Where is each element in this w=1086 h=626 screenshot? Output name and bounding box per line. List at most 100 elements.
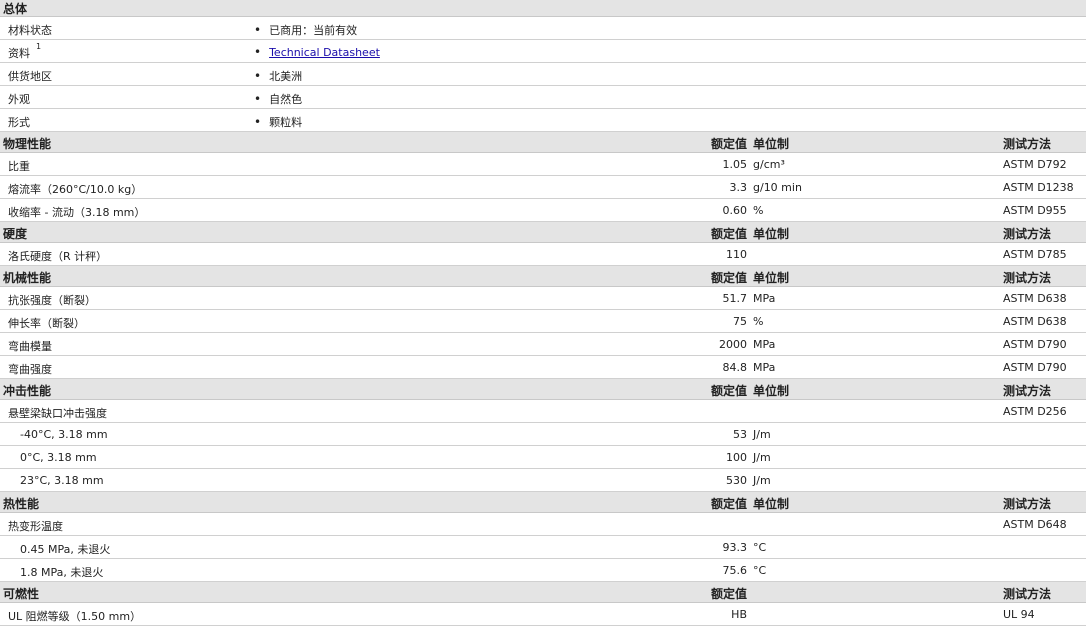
test-method: ASTM D648 bbox=[1003, 518, 1067, 531]
header-test-method: 测试方法 bbox=[1003, 384, 1052, 398]
section-header: 冲击性能 额定值 单位制 测试方法 bbox=[0, 379, 1086, 400]
unit: % bbox=[753, 315, 764, 328]
test-method: ASTM D785 bbox=[1003, 248, 1067, 261]
property-label: UL 阻燃等级（1.50 mm） bbox=[8, 610, 142, 623]
nominal-value: 75.6 bbox=[722, 564, 748, 577]
value-text: 已商用：当前有效 bbox=[269, 24, 358, 37]
value-text: 自然色 bbox=[269, 93, 303, 106]
table-row: 外观 自然色 bbox=[0, 86, 1086, 109]
section-title: 物理性能 bbox=[3, 137, 52, 151]
property-label: -40°C, 3.18 mm bbox=[20, 428, 108, 441]
section-header: 物理性能 额定值 单位制 测试方法 bbox=[0, 132, 1086, 153]
header-nominal-value: 额定值 bbox=[710, 497, 747, 511]
property-label: 23°C, 3.18 mm bbox=[20, 474, 104, 487]
header-unit: 单位制 bbox=[753, 271, 790, 285]
header-nominal-value: 额定值 bbox=[710, 227, 747, 241]
section-title: 热性能 bbox=[3, 497, 40, 511]
header-nominal-value: 额定值 bbox=[710, 587, 747, 601]
section-title: 硬度 bbox=[3, 227, 28, 241]
property-label: 1.8 MPa, 未退火 bbox=[20, 566, 104, 579]
nominal-value: HB bbox=[731, 608, 747, 621]
test-method: ASTM D256 bbox=[1003, 405, 1067, 418]
header-test-method: 测试方法 bbox=[1003, 227, 1052, 241]
header-unit: 单位制 bbox=[753, 384, 790, 398]
table-row: 材料状态 已商用：当前有效 bbox=[0, 17, 1086, 40]
nominal-value: 51.7 bbox=[722, 292, 748, 305]
table-row: 悬壁梁缺口冲击强度 ASTM D256 bbox=[0, 400, 1086, 423]
property-value: 已商用：当前有效 bbox=[254, 22, 357, 38]
footnote-marker: 1 bbox=[36, 42, 42, 51]
section-header: 机械性能 额定值 单位制 测试方法 bbox=[0, 266, 1086, 287]
section-title: 机械性能 bbox=[3, 271, 52, 285]
value-text: 北美洲 bbox=[269, 70, 303, 83]
unit: MPa bbox=[753, 338, 776, 351]
table-row: 伸长率（断裂） 75% ASTM D638 bbox=[0, 310, 1086, 333]
header-test-method: 测试方法 bbox=[1003, 271, 1052, 285]
unit: J/m bbox=[753, 451, 771, 464]
nominal-value: 84.8 bbox=[722, 361, 748, 374]
value-text: 颗粒料 bbox=[269, 116, 303, 129]
test-method: ASTM D792 bbox=[1003, 158, 1067, 171]
property-value: 颗粒料 bbox=[254, 114, 302, 130]
table-row: 熔流率（260°C/10.0 kg） 3.3 g/10 min ASTM D1238 bbox=[0, 176, 1086, 199]
test-method: ASTM D790 bbox=[1003, 338, 1067, 351]
property-label: 熔流率（260°C/10.0 kg） bbox=[8, 183, 143, 196]
table-row: 供货地区 北美洲 bbox=[0, 63, 1086, 86]
nominal-value: 2000 bbox=[719, 338, 747, 351]
test-method: ASTM D790 bbox=[1003, 361, 1067, 374]
unit: MPa bbox=[753, 292, 776, 305]
nominal-value: 110 bbox=[726, 248, 747, 261]
property-label: 比重 bbox=[8, 160, 30, 173]
header-nominal-value: 额定值 bbox=[710, 271, 747, 285]
table-row: 资料 1 Technical Datasheet bbox=[0, 40, 1086, 63]
nominal-value: 53 bbox=[733, 428, 747, 441]
test-method: ASTM D1238 bbox=[1003, 181, 1074, 194]
table-row: 抗张强度（断裂） 51.7 MPa ASTM D638 bbox=[0, 287, 1086, 310]
unit: J/m bbox=[753, 474, 771, 487]
section-title: 冲击性能 bbox=[3, 384, 52, 398]
header-test-method: 测试方法 bbox=[1003, 587, 1052, 601]
table-row: 比重 1.05 g/cm³ ASTM D792 bbox=[0, 153, 1086, 176]
table-row: 收缩率 - 流动（3.18 mm） 0.60% ASTM D955 bbox=[0, 199, 1086, 222]
unit: g/cm³ bbox=[753, 158, 785, 171]
nominal-value: 3.3 bbox=[729, 181, 748, 194]
table-row: 1.8 MPa, 未退火 75.6 °C bbox=[0, 559, 1086, 582]
property-label: 洛氏硬度（R 计秤） bbox=[8, 250, 108, 263]
nominal-value: 1.05 bbox=[722, 158, 748, 171]
datasheet-link[interactable]: Technical Datasheet bbox=[269, 46, 380, 59]
section-header: 热性能 额定值 单位制 测试方法 bbox=[0, 492, 1086, 513]
test-method: ASTM D638 bbox=[1003, 292, 1067, 305]
table-row: 形式 颗粒料 bbox=[0, 109, 1086, 132]
header-unit: 单位制 bbox=[753, 497, 790, 511]
nominal-value: 100 bbox=[726, 451, 747, 464]
test-method: ASTM D638 bbox=[1003, 315, 1067, 328]
property-label: 供货地区 bbox=[8, 70, 52, 83]
section-title: 总体 bbox=[3, 2, 28, 16]
section-title: 可燃性 bbox=[3, 587, 40, 601]
property-label: 形式 bbox=[8, 116, 30, 129]
table-row: 0.45 MPa, 未退火 93.3 °C bbox=[0, 536, 1086, 559]
nominal-value: 0.60 bbox=[722, 204, 748, 217]
unit: MPa bbox=[753, 361, 776, 374]
header-unit: 单位制 bbox=[753, 227, 790, 241]
header-nominal-value: 额定值 bbox=[710, 137, 747, 151]
unit: J/m bbox=[753, 428, 771, 441]
table-row: 0°C, 3.18 mm 100 J/m bbox=[0, 446, 1086, 469]
header-unit: 单位制 bbox=[753, 137, 790, 151]
table-row: UL 阻燃等级（1.50 mm） HB UL 94 bbox=[0, 603, 1086, 626]
property-label: 0°C, 3.18 mm bbox=[20, 451, 97, 464]
test-method: ASTM D955 bbox=[1003, 204, 1067, 217]
property-value: Technical Datasheet bbox=[254, 45, 380, 59]
nominal-value: 75 bbox=[733, 315, 747, 328]
unit: °C bbox=[753, 564, 767, 577]
property-label: 资料 bbox=[8, 47, 30, 60]
section-header-general: 总体 bbox=[0, 0, 1086, 17]
property-label: 抗张强度（断裂） bbox=[8, 294, 96, 307]
table-row: 弯曲强度 84.8 MPa ASTM D790 bbox=[0, 356, 1086, 379]
test-method: UL 94 bbox=[1003, 608, 1035, 621]
property-label: 0.45 MPa, 未退火 bbox=[20, 543, 111, 556]
datasheet-table: 总体材料状态 已商用：当前有效资料 1 Technical Datasheet 供货地区… bbox=[0, 0, 1086, 626]
header-test-method: 测试方法 bbox=[1003, 497, 1052, 511]
property-label: 热变形温度 bbox=[8, 520, 63, 533]
unit: °C bbox=[753, 541, 767, 554]
